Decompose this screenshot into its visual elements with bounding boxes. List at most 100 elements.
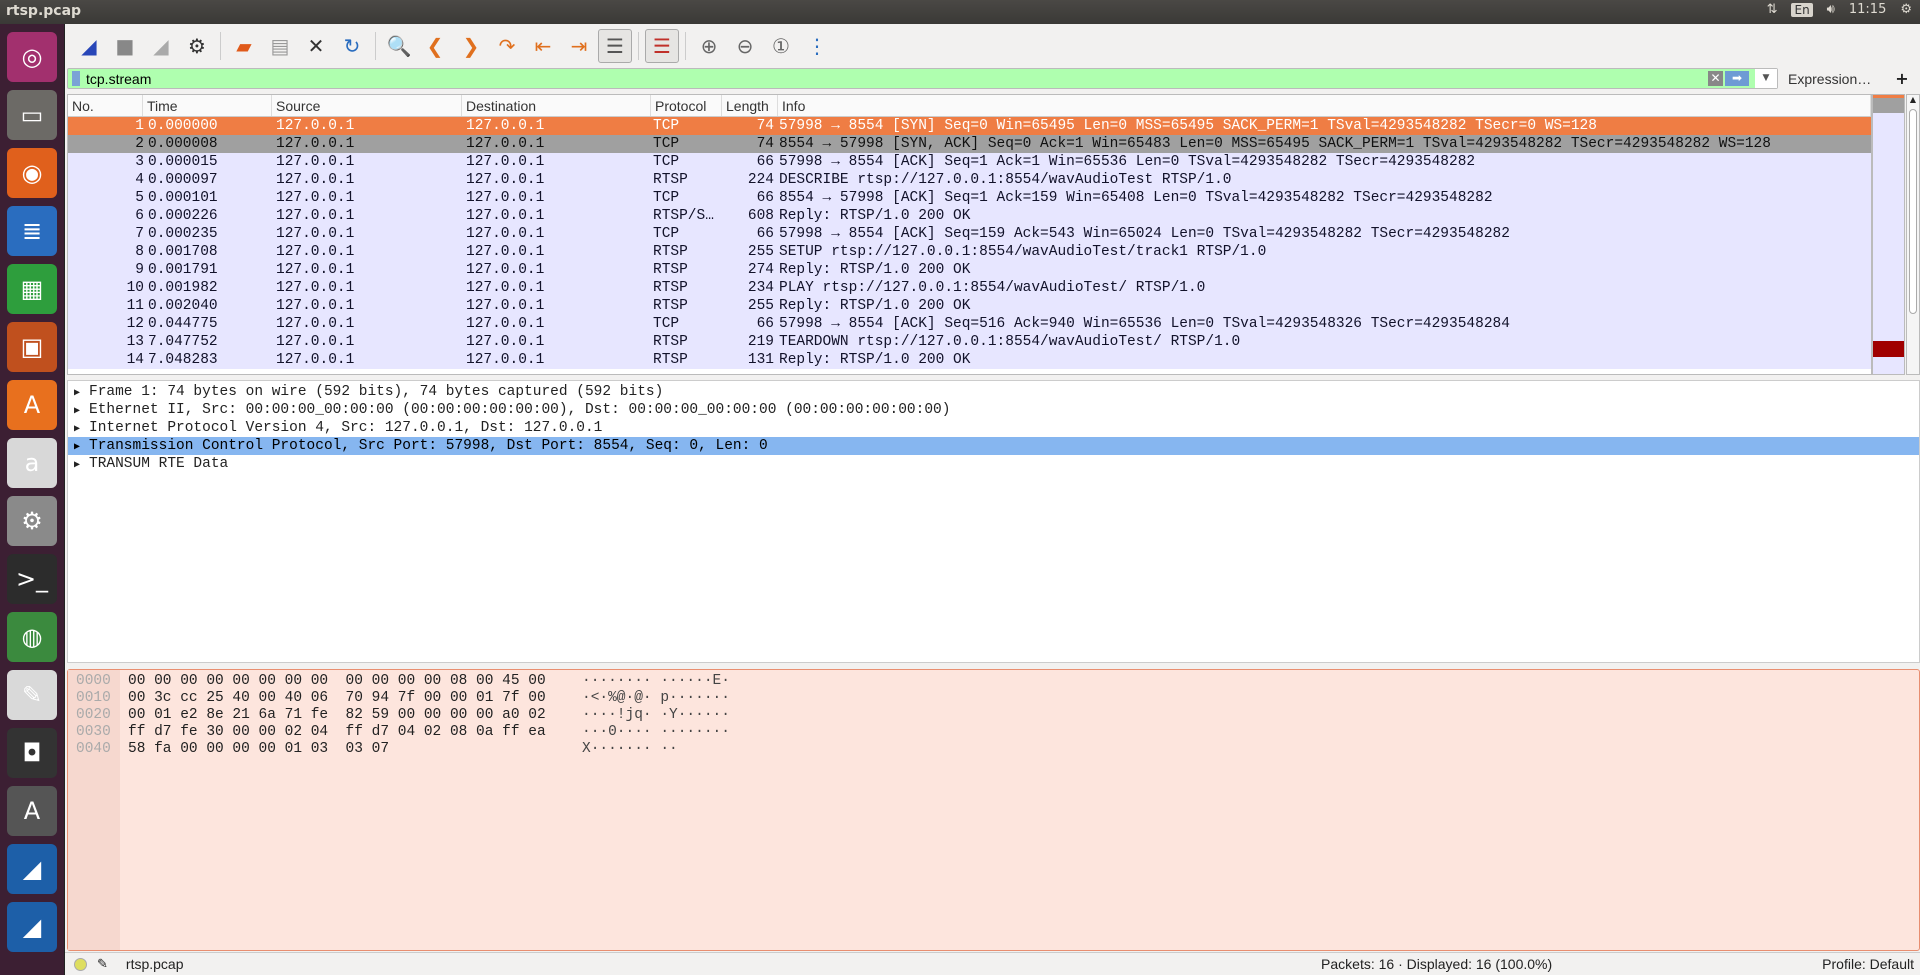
column-header-destination[interactable]: Destination <box>462 95 651 116</box>
volume-icon[interactable]: 🔊︎ <box>1827 2 1835 17</box>
capture-options-icon[interactable]: ⚙ <box>180 29 214 63</box>
packet-row[interactable]: 10 0.001982 127.0.0.1 127.0.0.1 RTSP 234 PLAY … <box>68 279 1871 297</box>
stop-capture-icon[interactable]: ■ <box>108 29 142 63</box>
launcher-disk-icon[interactable]: ◘ <box>7 728 57 778</box>
packet-row[interactable]: 4 0.000097 127.0.0.1 127.0.0.1 RTSP 224 DESCRI… <box>68 171 1871 189</box>
packet-row[interactable]: 8 0.001708 127.0.0.1 127.0.0.1 RTSP 255 SETUP … <box>68 243 1871 261</box>
hex-bytes[interactable]: 00 3c cc 25 40 00 40 06 70 94 7f 00 00 0… <box>120 690 582 707</box>
detail-tree-item[interactable]: ▶ Transmission Control Protocol, Src Port… <box>68 437 1919 455</box>
launcher-text-editor-icon[interactable]: ✎ <box>7 670 57 720</box>
find-packet-icon[interactable]: 🔍 <box>382 29 416 63</box>
packet-row[interactable]: 13 7.047752 127.0.0.1 127.0.0.1 RTSP 219 TEARD… <box>68 333 1871 351</box>
packet-row[interactable]: 3 0.000015 127.0.0.1 127.0.0.1 TCP 66 57998 → … <box>68 153 1871 171</box>
column-header-source[interactable]: Source <box>272 95 462 116</box>
launcher-chrome-icon[interactable]: ◍ <box>7 612 57 662</box>
go-to-packet-icon[interactable]: ↷ <box>490 29 524 63</box>
first-packet-icon[interactable]: ⇤ <box>526 29 560 63</box>
keyboard-layout-indicator[interactable]: En <box>1791 2 1813 17</box>
normal-size-icon[interactable]: ① <box>764 29 798 63</box>
launcher-settings-icon[interactable]: ⚙ <box>7 496 57 546</box>
resize-columns-icon[interactable]: ⋮ <box>800 29 834 63</box>
packet-time: 0.000015 <box>148 154 218 170</box>
packet-row[interactable]: 12 0.044775 127.0.0.1 127.0.0.1 TCP 66 57998 →… <box>68 315 1871 333</box>
filter-history-dropdown-icon[interactable]: ▼ <box>1755 69 1777 88</box>
clock[interactable]: 11:15 <box>1849 2 1886 17</box>
detail-tree-item[interactable]: ▶ Internet Protocol Version 4, Src: 127.0… <box>68 419 1919 437</box>
packet-proto: RTSP/S… <box>653 208 714 224</box>
packet-row[interactable]: 6 0.000226 127.0.0.1 127.0.0.1 RTSP/S… 608 Rep… <box>68 207 1871 225</box>
launcher-software-center-icon[interactable]: A <box>7 380 57 430</box>
packet-row[interactable]: 11 0.002040 127.0.0.1 127.0.0.1 RTSP 255 Reply… <box>68 297 1871 315</box>
reload-file-icon[interactable]: ↻ <box>335 29 369 63</box>
clear-filter-icon[interactable]: ✕ <box>1708 71 1723 86</box>
network-icon[interactable]: ⇅ <box>1767 2 1778 17</box>
launcher-calc-icon[interactable]: ▦ <box>7 264 57 314</box>
go-forward-icon[interactable]: ❯ <box>454 29 488 63</box>
expand-triangle-icon[interactable]: ▶ <box>74 457 89 475</box>
packet-row[interactable]: 2 0.000008 127.0.0.1 127.0.0.1 TCP 74 8554 → 5… <box>68 135 1871 153</box>
column-header-no[interactable]: No. <box>68 95 143 116</box>
launcher-updater-icon[interactable]: A <box>7 786 57 836</box>
hex-bytes[interactable]: ff d7 fe 30 00 00 02 04 ff d7 04 02 08 0… <box>120 724 582 741</box>
display-filter-input[interactable] <box>86 70 1708 87</box>
column-header-length[interactable]: Length <box>722 95 778 116</box>
zoom-out-icon[interactable]: ⊖ <box>728 29 762 63</box>
hex-ascii[interactable]: ········ ······E· <box>582 673 730 690</box>
packet-len: 234 <box>747 280 774 296</box>
capture-comment-icon[interactable]: ✎ <box>97 956 108 972</box>
restart-capture-icon[interactable]: ◢ <box>144 29 178 63</box>
add-filter-button[interactable]: + <box>1895 69 1908 88</box>
packet-len: 74 <box>756 118 774 134</box>
launcher-ubuntu-dash-icon[interactable]: ◎ <box>7 32 57 82</box>
hex-bytes[interactable]: 58 fa 00 00 00 00 01 03 03 07 <box>120 741 582 758</box>
packet-len: 66 <box>756 316 774 332</box>
go-back-icon[interactable]: ❮ <box>418 29 452 63</box>
column-header-protocol[interactable]: Protocol <box>651 95 722 116</box>
hex-bytes[interactable]: 00 01 e2 8e 21 6a 71 fe 82 59 00 00 00 0… <box>120 707 582 724</box>
launcher-firefox-icon[interactable]: ◉ <box>7 148 57 198</box>
power-gear-icon[interactable]: ⚙ <box>1900 2 1912 17</box>
status-profile[interactable]: Profile: Default <box>1822 956 1914 972</box>
packet-row[interactable]: 14 7.048283 127.0.0.1 127.0.0.1 RTSP 131 Reply… <box>68 351 1871 369</box>
hex-ascii[interactable]: X······· ·· <box>582 741 678 758</box>
packet-len: 224 <box>747 172 774 188</box>
packet-row[interactable]: 5 0.000101 127.0.0.1 127.0.0.1 TCP 66 8554 → 5… <box>68 189 1871 207</box>
detail-tree-item[interactable]: ▶ TRANSUM RTE Data <box>68 455 1919 473</box>
autoscroll-icon[interactable]: ☰ <box>598 29 632 63</box>
packet-row[interactable]: 9 0.001791 127.0.0.1 127.0.0.1 RTSP 274 Reply:… <box>68 261 1871 279</box>
launcher-impress-icon[interactable]: ▣ <box>7 322 57 372</box>
launcher-terminal-icon[interactable]: >_ <box>7 554 57 604</box>
expert-info-indicator-icon[interactable] <box>74 957 87 971</box>
packet-row[interactable]: 1 0.000000 127.0.0.1 127.0.0.1 TCP 74 57998 → … <box>68 117 1871 135</box>
hex-bytes[interactable]: 00 00 00 00 00 00 00 00 00 00 00 00 08 0… <box>120 673 582 690</box>
hex-ascii[interactable]: ···0···· ········ <box>582 724 730 741</box>
bookmark-icon[interactable] <box>72 71 80 86</box>
launcher-wireshark-icon[interactable]: ◢ <box>7 844 57 894</box>
launcher-writer-icon[interactable]: ≣ <box>7 206 57 256</box>
apply-filter-arrow-icon[interactable]: ➡ <box>1725 71 1749 86</box>
packet-list-scrollbar[interactable]: ▲ <box>1906 94 1920 375</box>
packet-minimap[interactable] <box>1872 94 1905 375</box>
launcher-files-icon[interactable]: ▭ <box>7 90 57 140</box>
launcher-wireshark-2-icon[interactable]: ◢ <box>7 902 57 952</box>
detail-tree-item[interactable]: ▶ Frame 1: 74 bytes on wire (592 bits), 7… <box>68 383 1919 401</box>
hex-row: 0000 00 00 00 00 00 00 00 00 00 00 00 00 … <box>68 673 1919 690</box>
hex-ascii[interactable]: ····!jq· ·Y······ <box>582 707 730 724</box>
start-capture-icon[interactable]: ◢ <box>72 29 106 63</box>
hex-offset: 0000 <box>76 673 111 689</box>
close-file-icon[interactable]: ✕ <box>299 29 333 63</box>
zoom-in-icon[interactable]: ⊕ <box>692 29 726 63</box>
packet-dst: 127.0.0.1 <box>466 136 545 152</box>
packet-row[interactable]: 7 0.000235 127.0.0.1 127.0.0.1 TCP 66 57998 → … <box>68 225 1871 243</box>
launcher-amazon-icon[interactable]: a <box>7 438 57 488</box>
save-file-icon[interactable]: ▤ <box>263 29 297 63</box>
packet-dst: 127.0.0.1 <box>466 298 545 314</box>
column-header-time[interactable]: Time <box>143 95 272 116</box>
hex-ascii[interactable]: ·<·%@·@· p······· <box>582 690 730 707</box>
column-header-info[interactable]: Info <box>778 95 1871 116</box>
detail-tree-item[interactable]: ▶ Ethernet II, Src: 00:00:00_00:00:00 (00… <box>68 401 1919 419</box>
last-packet-icon[interactable]: ⇥ <box>562 29 596 63</box>
expression-button[interactable]: Expression… <box>1788 71 1871 87</box>
open-file-icon[interactable]: ▰ <box>227 29 261 63</box>
colorize-icon[interactable]: ☰ <box>645 29 679 63</box>
